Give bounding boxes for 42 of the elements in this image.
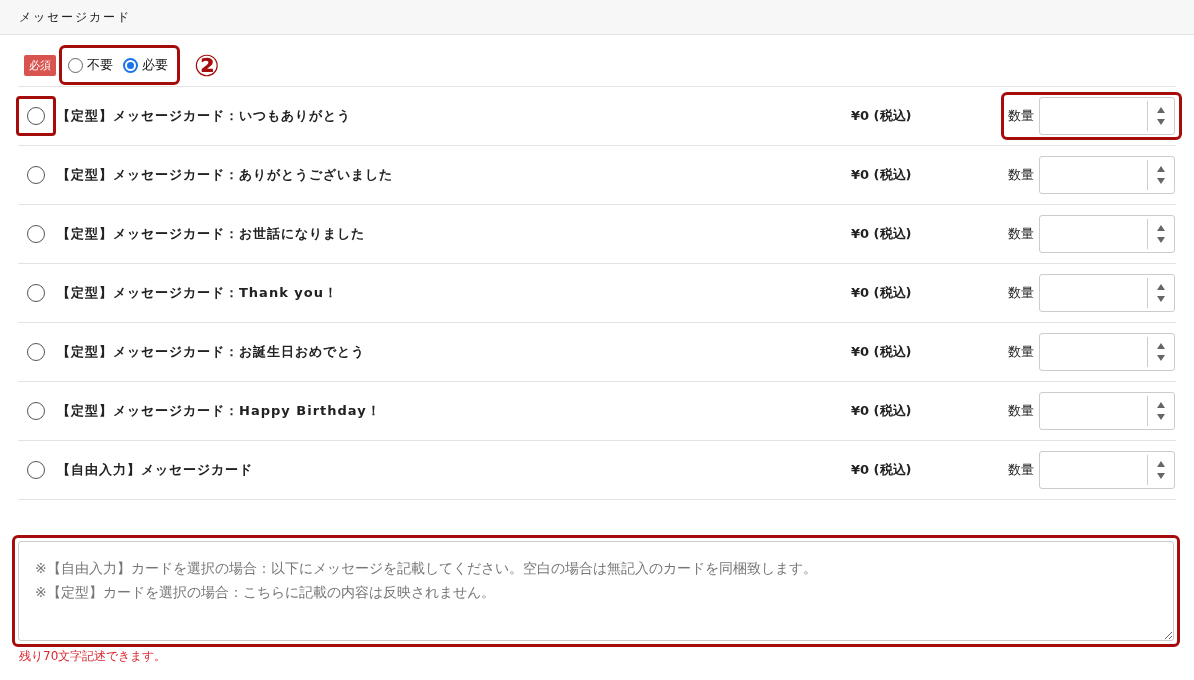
- card-name: 【定型】メッセージカード：Happy Birthday！: [57, 402, 382, 420]
- section-title: メッセージカード: [19, 8, 131, 26]
- price: ¥0 (税込): [851, 284, 913, 302]
- price: ¥0 (税込): [851, 402, 913, 420]
- quantity-label: 数量: [1008, 461, 1034, 479]
- radio-button[interactable]: [27, 402, 45, 420]
- quantity-label: 数量: [1008, 343, 1034, 361]
- quantity-label: 数量: [1008, 225, 1034, 243]
- radio-button[interactable]: [27, 343, 45, 361]
- radio-option[interactable]: 不要: [68, 56, 113, 74]
- card-name: 【自由入力】メッセージカード: [57, 461, 254, 479]
- quantity-field[interactable]: [1039, 333, 1175, 371]
- character-counter: 残り70文字記述できます。: [18, 648, 168, 665]
- quantity-label: 数量: [1008, 284, 1034, 302]
- radio-button[interactable]: [27, 284, 45, 302]
- radio-button[interactable]: [27, 107, 45, 125]
- card-name: 【定型】メッセージカード：いつもありがとう: [57, 107, 352, 125]
- card-name: 【定型】メッセージカード：ありがとうございました: [57, 166, 394, 184]
- price: ¥0 (税込): [851, 225, 913, 243]
- step-marker: ②: [194, 47, 220, 83]
- price: ¥0 (税込): [851, 107, 913, 125]
- quantity-field[interactable]: [1039, 274, 1175, 312]
- quantity-label: 数量: [1008, 402, 1034, 420]
- quantity-field[interactable]: [1039, 215, 1175, 253]
- card-name: 【定型】メッセージカード：Thank you！: [57, 284, 339, 302]
- radio-option[interactable]: 必要: [123, 56, 168, 74]
- card-name: 【定型】メッセージカード：お世話になりました: [57, 225, 366, 243]
- card-name: 【定型】メッセージカード：お誕生日おめでとう: [57, 343, 366, 361]
- price: ¥0 (税込): [851, 343, 913, 361]
- quantity-field[interactable]: [1039, 451, 1175, 489]
- required-badge: 必須: [24, 54, 56, 76]
- price: ¥0 (税込): [851, 461, 913, 479]
- radio-button[interactable]: [27, 225, 45, 243]
- radio-button[interactable]: [27, 166, 45, 184]
- message-field[interactable]: ※【自由入力】カードを選択の場合：以下にメッセージを記載してください。空白の場合は無記入のカードを同梱致します。 ※【定型】カードを選択の場合：こちらに記載の内容は反映されません。: [18, 541, 1174, 641]
- quantity-field[interactable]: [1039, 97, 1175, 135]
- price: ¥0 (税込): [851, 166, 913, 184]
- quantity-label: 数量: [1008, 107, 1034, 125]
- quantity-field[interactable]: [1039, 392, 1175, 430]
- quantity-label: 数量: [1008, 166, 1034, 184]
- radio-button[interactable]: [27, 461, 45, 479]
- quantity-field[interactable]: [1039, 156, 1175, 194]
